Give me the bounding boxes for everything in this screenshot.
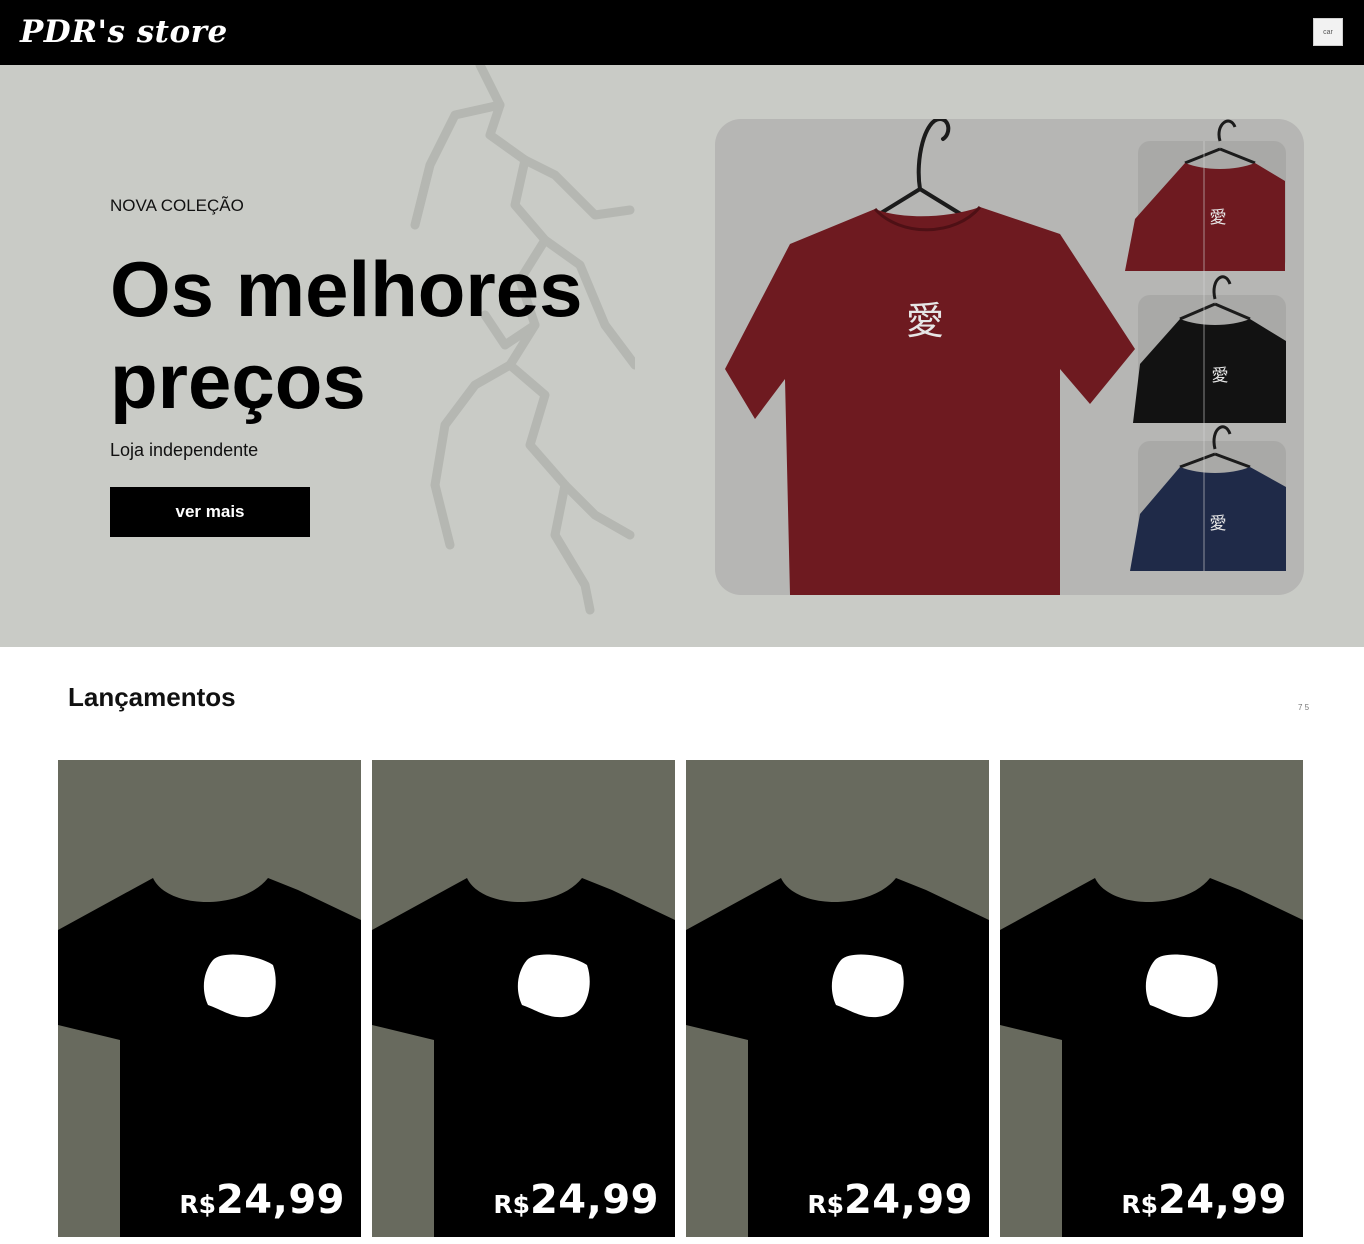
hero-subtitle: Loja independente <box>110 440 259 460</box>
cart-button[interactable]: car <box>1313 18 1343 46</box>
svg-text:愛: 愛 <box>1210 208 1227 228</box>
hero-banner: NOVA COLEÇÃO Os melhores preços Loja ind… <box>0 65 1364 647</box>
price-tag: R$24,99 <box>493 1177 659 1223</box>
releases-more-link[interactable]: 7 5 <box>1298 703 1309 712</box>
releases-title: Lançamentos <box>68 682 236 712</box>
shirt-print: 愛 <box>906 299 944 343</box>
hero-product-photo: 愛 愛 愛 愛 <box>715 119 1304 595</box>
top-navbar: PDR's store car <box>0 0 1364 65</box>
price-tag: R$24,99 <box>1121 1177 1287 1223</box>
black-tshirt-icon <box>1000 878 1303 1237</box>
svg-text:愛: 愛 <box>1212 366 1229 386</box>
svg-text:愛: 愛 <box>1210 514 1227 534</box>
black-tshirt-icon <box>58 878 361 1237</box>
product-card[interactable]: R$24,99 <box>1000 760 1303 1237</box>
see-more-button[interactable]: ver mais <box>110 487 310 537</box>
product-card[interactable]: R$24,99 <box>686 760 989 1237</box>
store-logo[interactable]: PDR's store <box>20 12 228 52</box>
black-tshirt-icon <box>372 878 675 1237</box>
product-card[interactable]: R$24,99 <box>372 760 675 1237</box>
product-card[interactable]: R$24,99 <box>58 760 361 1237</box>
hero-headline: Os melhores preços <box>110 245 583 425</box>
hero-kicker: NOVA COLEÇÃO <box>110 196 244 215</box>
black-tshirt-icon <box>686 878 989 1237</box>
price-tag: R$24,99 <box>807 1177 973 1223</box>
maroon-shirt-icon <box>725 207 1135 595</box>
product-grid: R$24,99 R$24,99 R$24,99 R$24,99 <box>58 760 1306 1237</box>
price-tag: R$24,99 <box>179 1177 345 1223</box>
